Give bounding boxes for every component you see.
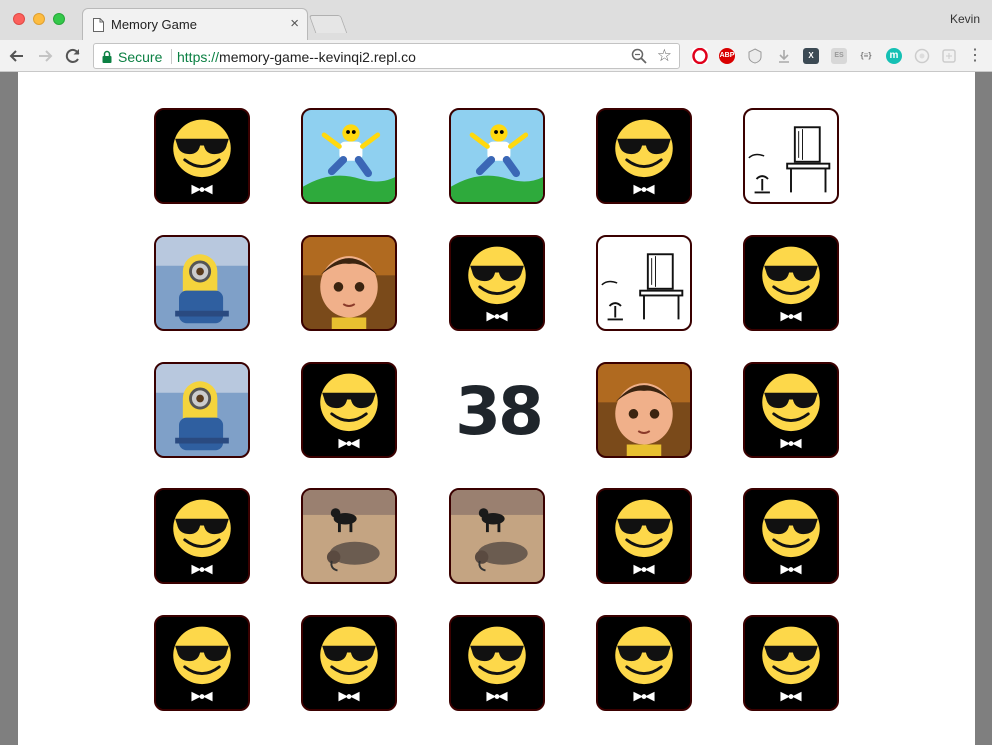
tab-title: Memory Game: [111, 17, 197, 32]
download-icon[interactable]: [776, 48, 792, 64]
card-face-down[interactable]: [301, 615, 397, 711]
card-face-down[interactable]: [449, 235, 545, 331]
card-face-down[interactable]: [743, 488, 839, 584]
maximize-window-button[interactable]: [53, 13, 65, 25]
address-bar[interactable]: Secure https://memory-game--kevinqi2.rep…: [93, 43, 680, 69]
card-computer[interactable]: [596, 235, 692, 331]
card-cat[interactable]: [301, 488, 397, 584]
zoom-icon[interactable]: [631, 48, 647, 64]
card-agnes[interactable]: [596, 362, 692, 458]
tab-close-icon[interactable]: ×: [290, 15, 299, 33]
puzzle-icon[interactable]: [941, 48, 957, 64]
card-face-down[interactable]: [154, 615, 250, 711]
reload-icon: [65, 48, 80, 63]
secure-label: Secure: [118, 49, 163, 65]
card-homer[interactable]: [449, 108, 545, 204]
card-face-down[interactable]: [743, 235, 839, 331]
card-cat[interactable]: [449, 488, 545, 584]
circle-icon[interactable]: [914, 48, 930, 64]
reload-button[interactable]: [63, 46, 83, 66]
url-host: memory-game--kevinqi2.repl.co: [219, 49, 416, 65]
card-computer[interactable]: [743, 108, 839, 204]
browser-tab[interactable]: Memory Game ×: [82, 8, 308, 41]
close-window-button[interactable]: [13, 13, 25, 25]
score-counter: 38: [455, 373, 544, 450]
document-icon: [93, 18, 104, 32]
card-face-down[interactable]: [596, 488, 692, 584]
browser-toolbar: Secure https://memory-game--kevinqi2.rep…: [0, 40, 992, 72]
abp-icon[interactable]: ABP: [719, 48, 735, 64]
card-minion[interactable]: [154, 362, 250, 458]
arrow-left-icon: [9, 50, 23, 62]
card-face-down[interactable]: [596, 108, 692, 204]
new-tab-button[interactable]: [308, 15, 348, 33]
menu-kebab-icon[interactable]: ⋮: [965, 46, 985, 66]
card-agnes[interactable]: [301, 235, 397, 331]
url-scheme: https://: [177, 49, 220, 65]
minimize-window-button[interactable]: [33, 13, 45, 25]
arrow-right-icon: [39, 50, 53, 62]
m-icon[interactable]: m: [886, 48, 902, 64]
card-face-down[interactable]: [743, 615, 839, 711]
card-face-down[interactable]: [154, 488, 250, 584]
profile-name[interactable]: Kevin: [950, 12, 980, 26]
lock-icon: [102, 50, 112, 63]
card-face-down[interactable]: [596, 615, 692, 711]
card-face-down[interactable]: [743, 362, 839, 458]
title-bar: Memory Game × Kevin: [0, 0, 992, 41]
omnibox-divider: [171, 49, 172, 64]
card-face-down[interactable]: [154, 108, 250, 204]
card-face-down[interactable]: [449, 615, 545, 711]
json-icon[interactable]: {≡}: [858, 48, 874, 64]
card-homer[interactable]: [301, 108, 397, 204]
card-minion[interactable]: [154, 235, 250, 331]
opera-glyph-icon: [692, 47, 708, 65]
url-text[interactable]: https://memory-game--kevinqi2.repl.co: [177, 49, 416, 65]
shield-icon[interactable]: [747, 48, 763, 64]
page-content: 38: [18, 72, 975, 745]
bookmark-star-icon[interactable]: ☆: [657, 46, 672, 66]
back-button[interactable]: [7, 46, 27, 66]
forward-button[interactable]: [35, 46, 55, 66]
x-extension-icon[interactable]: X: [803, 48, 819, 64]
es-icon[interactable]: ES: [831, 48, 847, 64]
opera-icon[interactable]: [692, 47, 708, 65]
card-face-down[interactable]: [301, 362, 397, 458]
